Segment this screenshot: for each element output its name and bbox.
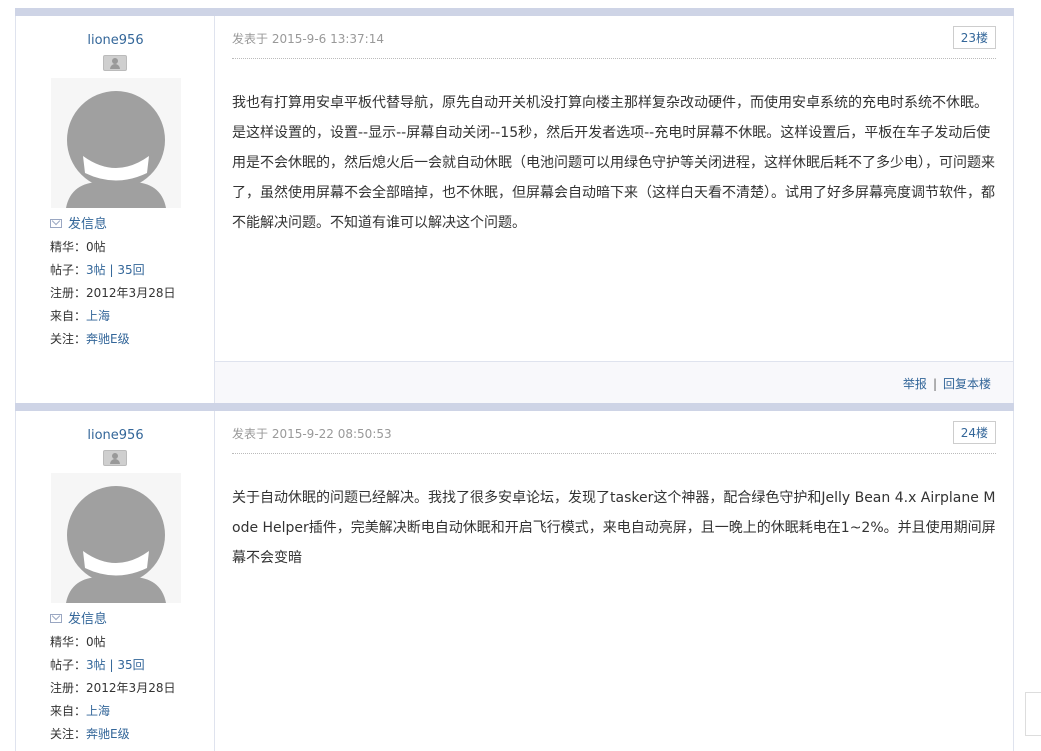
- post-23: lione956 发信息 精华：0帖 帖子：3帖 | 35回 注册：2012年3…: [15, 16, 1014, 404]
- stat-label: 精华：: [50, 635, 87, 649]
- floor-number[interactable]: 23楼: [952, 26, 996, 49]
- online-status-icon: [103, 55, 127, 71]
- floor-number[interactable]: 24楼: [952, 421, 996, 444]
- author-stats: 精华：0帖 帖子：3帖 | 35回 注册：2012年3月28日 来自：上海 关注…: [50, 236, 175, 351]
- stat-follow-link[interactable]: 奔驰E级: [86, 332, 130, 346]
- scroll-to-top-button[interactable]: [1025, 692, 1041, 736]
- stat-label: 帖子：: [50, 658, 87, 672]
- stat-from: 来自：上海: [50, 700, 175, 723]
- post-message: 我也有打算用安卓平板代替导航，原先自动开关机没打算向楼主那样复杂改动硬件，而使用…: [232, 95, 995, 231]
- stat-label: 来自：: [50, 704, 87, 718]
- stat-label: 关注：: [50, 332, 87, 346]
- divider: [232, 453, 996, 454]
- default-avatar-icon: [66, 91, 166, 208]
- send-message-label: 发信息: [68, 612, 108, 627]
- stat-label: 关注：: [50, 727, 87, 741]
- stat-posts: 帖子：3帖 | 35回: [50, 654, 175, 677]
- thread: lione956 发信息 精华：0帖 帖子：3帖 | 35回 注册：2012年3…: [15, 0, 1014, 751]
- post-separator: [15, 8, 1014, 16]
- post-timestamp: 发表于 2015-9-22 08:50:53: [232, 427, 392, 441]
- divider: [232, 58, 996, 59]
- send-message-link[interactable]: 发信息: [50, 213, 107, 232]
- stat-from: 来自：上海: [50, 305, 175, 328]
- stat-from-link[interactable]: 上海: [86, 309, 110, 323]
- stat-label: 来自：: [50, 309, 87, 323]
- report-link[interactable]: 举报: [903, 377, 927, 391]
- post-separator: [15, 403, 1014, 411]
- stat-label: 精华：: [50, 240, 87, 254]
- post-24: lione956 发信息 精华：0帖 帖子：3帖 | 35回 注册：2012年3…: [15, 411, 1014, 751]
- reply-link[interactable]: 回复本楼: [943, 377, 991, 391]
- author-sidebar: lione956 发信息 精华：0帖 帖子：3帖 | 35回 注册：2012年3…: [16, 411, 215, 751]
- author-username[interactable]: lione956: [16, 33, 215, 48]
- stat-label: 帖子：: [50, 263, 87, 277]
- send-message-link[interactable]: 发信息: [50, 608, 107, 627]
- stat-posts: 帖子：3帖 | 35回: [50, 259, 175, 282]
- stat-follow-link[interactable]: 奔驰E级: [86, 727, 130, 741]
- post-message: 关于自动休眠的问题已经解决。我找了很多安卓论坛，发现了tasker这个神器，配合…: [232, 490, 996, 566]
- post-timestamp: 发表于 2015-9-6 13:37:14: [232, 32, 384, 46]
- post-content: 发表于 2015-9-6 13:37:14 23楼 我也有打算用安卓平板代替导航…: [215, 16, 1013, 404]
- post-content: 发表于 2015-9-22 08:50:53 24楼 关于自动休眠的问题已经解决…: [215, 411, 1013, 751]
- author-stats: 精华：0帖 帖子：3帖 | 35回 注册：2012年3月28日 来自：上海 关注…: [50, 631, 175, 746]
- stat-label: 注册：: [50, 286, 87, 300]
- separator-pipe: |: [932, 377, 937, 391]
- post-footer: 举报 | 回复本楼: [215, 361, 1013, 404]
- stat-posts-link[interactable]: 3帖 | 35回: [86, 658, 145, 672]
- avatar[interactable]: [51, 78, 181, 208]
- online-status-icon: [103, 450, 127, 466]
- stat-follow: 关注：奔驰E级: [50, 723, 175, 746]
- author-username[interactable]: lione956: [16, 428, 215, 443]
- post-actions: 举报 | 回复本楼: [903, 375, 991, 392]
- stat-registered: 注册：2012年3月28日: [50, 677, 175, 700]
- stat-value: 0帖: [86, 240, 106, 254]
- stat-registered: 注册：2012年3月28日: [50, 282, 175, 305]
- stat-posts-link[interactable]: 3帖 | 35回: [86, 263, 145, 277]
- stat-label: 注册：: [50, 681, 87, 695]
- stat-follow: 关注：奔驰E级: [50, 328, 175, 351]
- stat-digest: 精华：0帖: [50, 236, 175, 259]
- avatar[interactable]: [51, 473, 181, 603]
- stat-value: 2012年3月28日: [86, 681, 176, 695]
- stat-from-link[interactable]: 上海: [86, 704, 110, 718]
- stat-value: 2012年3月28日: [86, 286, 176, 300]
- send-message-label: 发信息: [68, 217, 108, 232]
- envelope-icon: [50, 614, 62, 623]
- envelope-icon: [50, 219, 62, 228]
- default-avatar-icon: [66, 486, 166, 603]
- stat-digest: 精华：0帖: [50, 631, 175, 654]
- stat-value: 0帖: [86, 635, 106, 649]
- author-sidebar: lione956 发信息 精华：0帖 帖子：3帖 | 35回 注册：2012年3…: [16, 16, 215, 404]
